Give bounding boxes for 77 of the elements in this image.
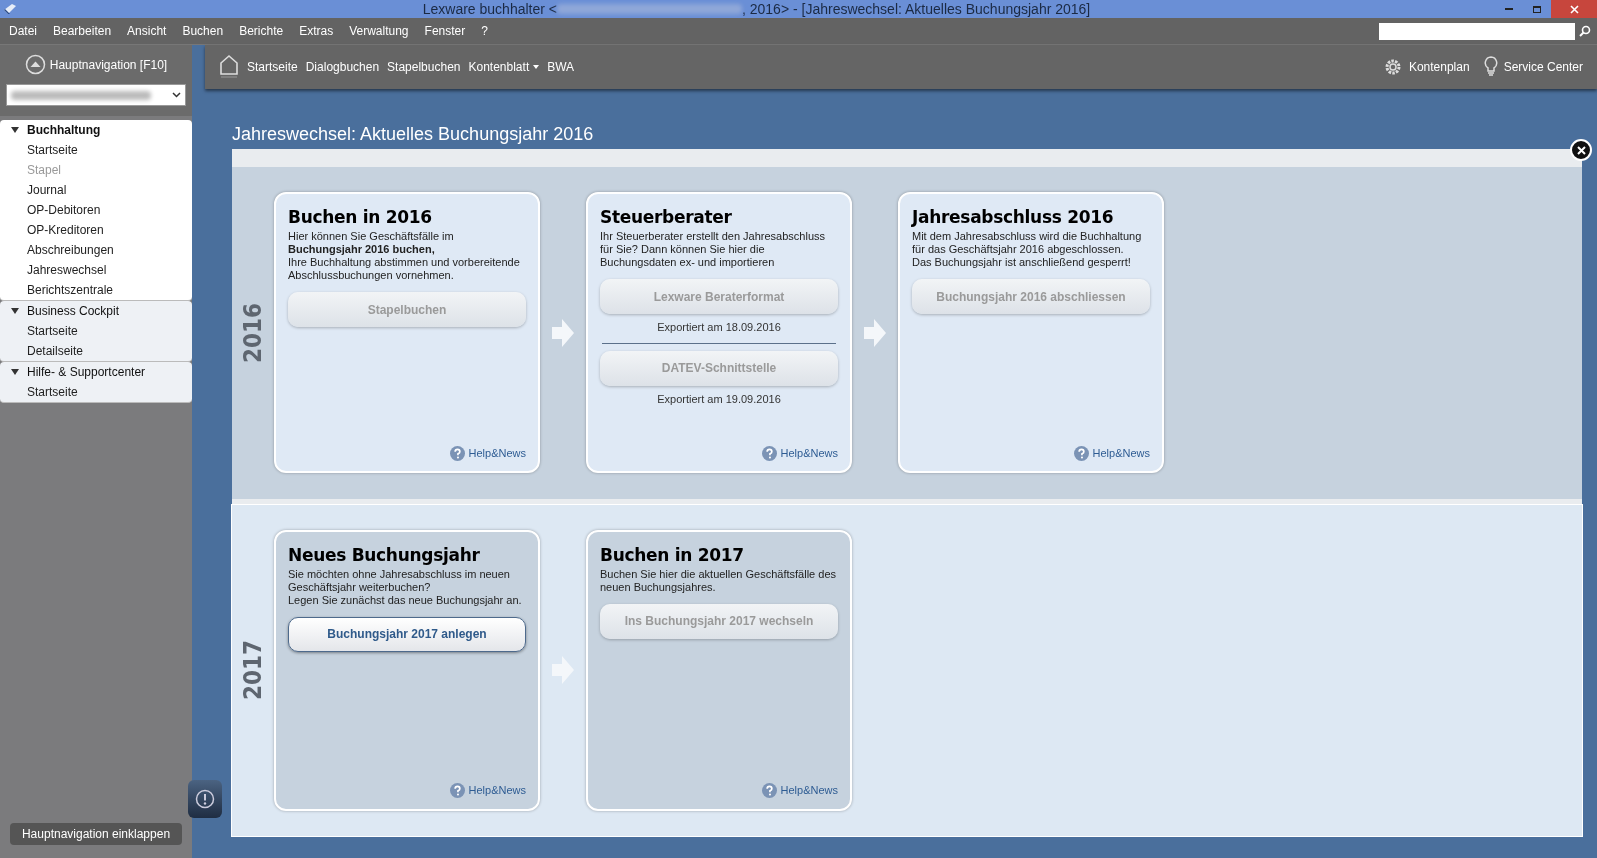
card-title: Steuerberater [600, 206, 733, 229]
nav-item[interactable]: OP-Debitoren [0, 200, 192, 220]
help-icon [761, 445, 777, 461]
close-icon [1576, 145, 1586, 155]
close-button[interactable] [1570, 139, 1592, 161]
card-title: Buchen in 2017 [600, 543, 745, 566]
help-icon [761, 783, 777, 798]
toolbar-link[interactable]: Dialogbuchen [305, 58, 380, 76]
expand-icon [11, 127, 19, 133]
nav-item[interactable]: Startseite [0, 321, 192, 341]
menu-item[interactable]: Bearbeiten [53, 22, 112, 40]
collapse-navigation-button[interactable]: Hauptnavigation einklappen [10, 823, 182, 845]
nav-item[interactable]: Detailseite [0, 341, 192, 361]
year-label: 2017 [238, 640, 268, 701]
nav-group-header[interactable]: Business Cockpit [0, 301, 192, 321]
info-button[interactable] [188, 780, 222, 818]
menu-item[interactable]: Fenster [424, 22, 466, 40]
action-button[interactable]: Buchungsjahr 2017 anlegen [288, 616, 526, 652]
card-title: Neues Buchungsjahr [288, 543, 481, 566]
card-description: Hier können Sie Geschäftsfälle im Buchungsjahr 2016 buchen, Ihre Buchhaltung abstimmen und vorbereitende Abschlussbuchungen vornehmen. [288, 230, 521, 283]
chevron-down-icon [172, 92, 181, 98]
nav-item[interactable]: OP-Kreditoren [0, 220, 192, 240]
nav-item[interactable]: Abschreibungen [0, 240, 192, 260]
card-description: Mit dem Jahresabschluss wird die Buchhaltung für das Geschäftsjahr 2016 abgeschlossen. Das Buchungsjahr ist anschließend gesperrt! [912, 230, 1143, 270]
menu-item[interactable]: ? [481, 22, 488, 40]
nav-group-header[interactable]: Hilfe- & Supportcenter [0, 362, 192, 382]
menu-item[interactable]: Ansicht [127, 22, 167, 40]
window-title: , 2016> - [Jahreswechsel: Aktuelles Buchungsjahr 2016] [742, 0, 1091, 19]
menu-item[interactable]: Datei [9, 22, 37, 40]
close-icon [1569, 4, 1579, 14]
year-label: 2016 [238, 302, 268, 363]
help-icon [449, 445, 465, 461]
help-link[interactable]: Help&News [761, 444, 838, 462]
toolbar-link[interactable]: BWA [547, 58, 575, 76]
expand-icon [11, 308, 19, 314]
home-icon [219, 54, 239, 80]
arrow-icon [864, 318, 886, 347]
toolbar-link[interactable]: Startseite [247, 58, 298, 76]
nav-group-header[interactable]: Buchhaltung [0, 120, 192, 140]
nav-item[interactable]: Jahreswechsel [0, 260, 192, 280]
menu-item[interactable]: Buchen [182, 22, 224, 40]
company-select[interactable] [6, 84, 186, 106]
card-description: Ihr Steuerberater erstellt den Jahresabschluss für Sie? Dann können Sie hier die Buchungsdaten ex- und importieren [600, 230, 826, 270]
toolbar-button[interactable]: Service Center [1483, 56, 1583, 78]
search-icon [1579, 25, 1591, 37]
search-field[interactable] [1379, 22, 1575, 40]
help-icon [449, 783, 465, 798]
card-description: Sie möchten ohne Jahresabschluss im neuen Geschäftsjahr weiterbuchen? Legen Sie zunächst das neue Buchungsjahr an. [288, 567, 523, 607]
toolbar-link[interactable]: Kontenblatt [468, 58, 540, 76]
nav-item[interactable]: Startseite [0, 140, 192, 160]
help-link[interactable]: Help&News [761, 782, 838, 799]
help-icon [1073, 445, 1089, 461]
app-icon [2, 2, 18, 16]
help-link[interactable]: Help&News [1073, 444, 1150, 462]
caret-icon [533, 65, 540, 69]
menu-item[interactable]: Extras [299, 22, 334, 40]
card-title: Buchen in 2016 [288, 206, 433, 229]
card-title: Jahresabschluss 2016 [912, 206, 1115, 229]
help-link[interactable]: Help&News [449, 782, 526, 799]
help-link[interactable]: Help&News [449, 444, 526, 462]
arrow-icon [552, 318, 574, 347]
expand-icon [11, 369, 19, 375]
info-icon [195, 789, 215, 809]
lightbulb-icon [1483, 56, 1498, 78]
window-title: Lexware buchhalter < [422, 0, 557, 19]
menu-item[interactable]: Berichte [239, 22, 284, 40]
nav-item[interactable]: Berichtszentrale [0, 280, 192, 300]
menu-item[interactable]: Verwaltung [349, 22, 409, 40]
card-description: Buchen Sie hier die aktuellen Geschäftsfälle des neuen Buchungsjahres. [600, 567, 838, 594]
toolbar-link[interactable]: Stapelbuchen [387, 58, 461, 76]
collapse-up-icon [24, 54, 46, 75]
nav-item[interactable]: Journal [0, 180, 192, 200]
nav-item[interactable]: Startseite [0, 382, 192, 402]
export-date: Exportiert am 19.09.2016 [656, 391, 782, 407]
export-date: Exportiert am 18.09.2016 [656, 320, 782, 336]
toolbar-button[interactable]: Kontenplan [1382, 57, 1470, 77]
page-title: Jahreswechsel: Aktuelles Buchungsjahr 2016 [232, 123, 595, 146]
